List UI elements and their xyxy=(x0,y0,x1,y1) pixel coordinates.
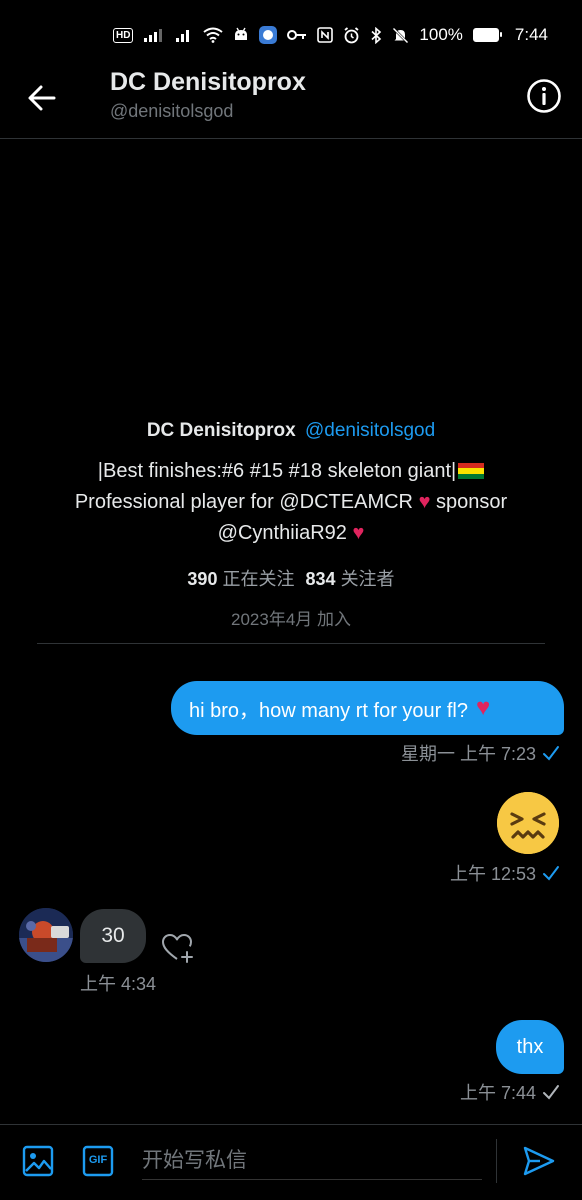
status-time: 7:44 xyxy=(514,25,548,44)
profile-bio: |Best finishes:#6 #15 #18 skeleton giant… xyxy=(0,456,582,549)
app-notification-icon xyxy=(259,26,278,44)
message-meta: 上午 12:53 xyxy=(450,860,560,886)
send-button[interactable] xyxy=(522,1144,556,1183)
gif-label: GIF xyxy=(88,1154,108,1166)
message-meta: 上午 4:34 xyxy=(80,970,156,996)
sender-avatar[interactable] xyxy=(19,908,73,962)
heart-icon-2: ♥ xyxy=(352,522,365,544)
message-meta: 星期一 上午 7:23 xyxy=(401,740,560,766)
message-time: 上午 12:53 xyxy=(449,864,536,884)
profile-stats: 390 正在关注 834 关注者 xyxy=(0,565,582,591)
message-composer: GIF 开始写私信 xyxy=(0,1125,582,1200)
battery-percent: 100% xyxy=(419,25,463,44)
profile-name: DC Denisitoprox xyxy=(146,420,296,441)
bolivia-flag-icon xyxy=(458,463,485,479)
conversation-info-button[interactable] xyxy=(526,78,562,114)
message-time: 上午 7:44 xyxy=(459,1083,536,1103)
send-icon xyxy=(523,1146,555,1176)
sent-check-icon xyxy=(543,1085,559,1100)
following-count: 390 xyxy=(187,569,218,589)
message-time: 上午 4:34 xyxy=(80,974,157,994)
add-photo-button[interactable] xyxy=(22,1145,54,1182)
battery-icon xyxy=(472,28,502,42)
bluetooth-icon xyxy=(370,26,382,44)
profile-name-row: DC Denisitoprox @denisitolsgod xyxy=(0,420,582,442)
profile-joined-date: 2023年4月 加入 xyxy=(231,610,351,629)
react-button[interactable] xyxy=(160,930,196,966)
sent-check-icon xyxy=(543,746,559,761)
message-text: thx xyxy=(516,1035,544,1058)
header-divider xyxy=(0,138,582,139)
message-input[interactable]: 开始写私信 xyxy=(142,1139,482,1180)
heart-plus-icon xyxy=(162,934,193,963)
mute-icon xyxy=(392,27,409,44)
followers-count: 834 xyxy=(305,569,336,589)
add-gif-button[interactable]: GIF xyxy=(82,1145,114,1182)
conversation-header: DC Denisitoprox @denisitolsgod xyxy=(0,62,582,138)
profile-card[interactable]: DC Denisitoprox @denisitolsgod |Best fin… xyxy=(0,420,582,630)
profile-handle: @denisitolsgod xyxy=(304,420,436,441)
signal-icon xyxy=(143,27,165,43)
header-title[interactable]: DC Denisitoprox xyxy=(110,68,306,97)
message-bubble-sent[interactable]: hi bro，how many rt for your fl? ♥ xyxy=(171,681,564,735)
heart-emoji: ♥ xyxy=(476,694,491,721)
message-meta: 上午 7:44 xyxy=(460,1079,560,1105)
message-bubble-received[interactable]: 30 xyxy=(80,909,146,963)
dm-screen: HD 100% 7:44 DC Denisitoprox @denisitols… xyxy=(0,0,582,1200)
info-icon xyxy=(527,79,561,113)
composer-separator xyxy=(496,1139,497,1183)
alarm-icon xyxy=(343,26,360,44)
android-icon xyxy=(233,27,249,43)
confounded-face-emoji-icon[interactable] xyxy=(497,792,559,854)
message-bubble-sent[interactable]: thx xyxy=(496,1020,564,1074)
header-handle: @denisitolsgod xyxy=(110,101,234,121)
bio-line-2: Professional player for @DCTEAMCR xyxy=(74,491,414,513)
following-label: 正在关注 xyxy=(222,569,295,589)
status-bar: HD 100% 7:44 xyxy=(0,18,582,52)
message-text: hi bro，how many rt for your fl? xyxy=(189,699,468,722)
bio-line-2-after: sponsor xyxy=(430,491,508,513)
nfc-icon xyxy=(317,27,334,43)
message-text: 30 xyxy=(101,924,125,947)
message-time: 星期一 上午 7:23 xyxy=(400,744,536,764)
bio-line-1: |Best finishes:#6 #15 #18 skeleton giant… xyxy=(97,460,457,482)
back-button[interactable] xyxy=(24,80,60,116)
sent-check-icon xyxy=(543,866,559,881)
heart-icon: ♥ xyxy=(418,491,431,513)
wifi-icon xyxy=(203,27,224,43)
back-arrow-icon xyxy=(28,85,56,111)
hd-icon: HD xyxy=(112,27,134,43)
profile-card-divider xyxy=(37,643,545,644)
signal-icon-2 xyxy=(175,27,193,43)
followers-label: 关注者 xyxy=(340,569,395,589)
key-icon xyxy=(287,28,307,42)
bio-line-3: @CynthiiaR92 xyxy=(217,522,347,544)
image-icon xyxy=(22,1145,54,1177)
